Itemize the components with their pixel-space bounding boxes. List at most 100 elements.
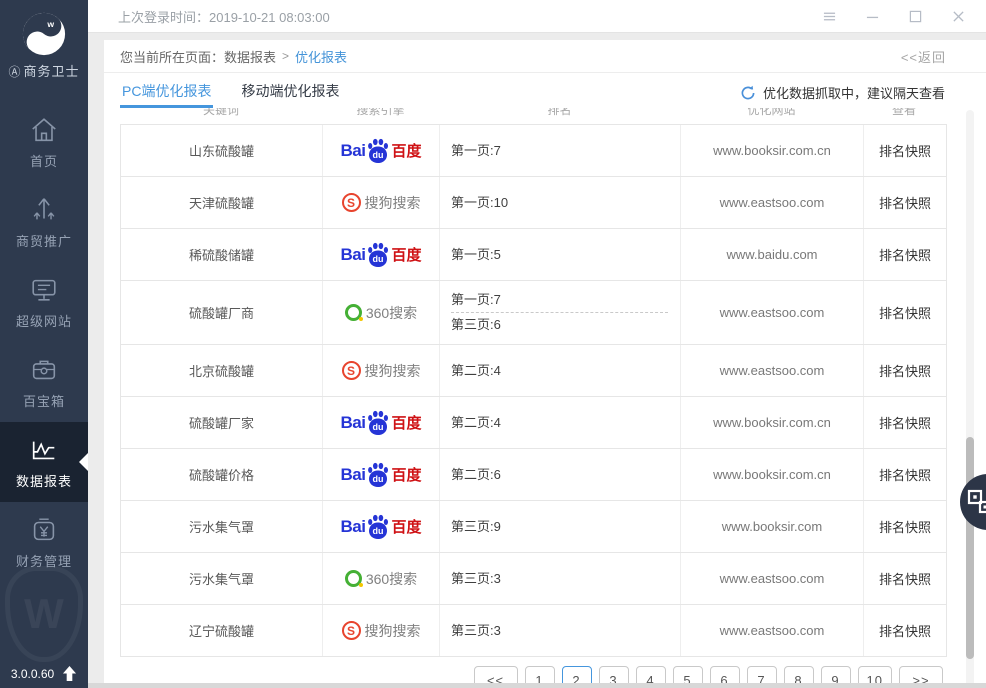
rank-value: 第一页:7 [451,290,501,310]
tab-pc-report[interactable]: PC端优化报表 [120,81,213,108]
website-cell: www.booksir.com.cn [681,397,864,448]
baidu-paw-icon: du [366,462,390,488]
rank-snapshot-link[interactable]: 排名快照 [879,413,931,432]
sogou-s-icon: S [342,361,361,380]
rank-value: 第一页:10 [451,193,508,213]
report-icon [29,435,59,465]
rank-value: 第二页:6 [451,465,501,485]
column-header: 排名 [439,108,680,124]
rank-snapshot-link[interactable]: 排名快照 [879,141,931,160]
tab-mobile-report[interactable]: 移动端优化报表 [239,81,341,108]
sogou-s-icon: S [342,621,361,640]
keyword-cell: 辽宁硫酸罐 [121,605,323,656]
column-header: 搜索引擎 [322,108,439,124]
back-link[interactable]: <<返回 [901,47,946,66]
sogou-label: 搜狗搜索 [365,621,421,641]
rank-snapshot-link[interactable]: 排名快照 [879,621,931,640]
finance-icon [29,515,59,545]
sidebar-item-label: 商贸推广 [0,231,88,250]
rank-cell: 第一页:7 [440,125,681,176]
rank-cell: 第一页:10 [440,177,681,228]
rank-snapshot-link[interactable]: 排名快照 [879,303,931,322]
rank-cell: 第一页:7第三页:6 [440,281,681,344]
action-cell: 排名快照 [864,281,946,344]
column-header: 查看 [863,108,945,124]
table-row: 污水集气罩Baidu百度第三页:9www.booksir.com排名快照 [121,501,946,553]
sogou-logo: S搜狗搜索 [342,193,421,213]
keyword-cell: 硫酸罐厂家 [121,397,323,448]
shield-watermark: W [5,566,83,662]
rank-value: 第三页:3 [451,569,501,589]
website-cell: www.eastsoo.com [681,553,864,604]
website-icon [29,275,59,305]
upgrade-arrow-icon[interactable] [62,665,77,682]
menu-icon[interactable] [821,8,837,24]
window-bottom-edge [88,683,986,688]
baidu-zh-text: 百度 [391,464,421,485]
website-cell: www.booksir.com.cn [681,449,864,500]
table-row: 硫酸罐厂商360搜索第一页:7第三页:6www.eastsoo.com排名快照 [121,281,946,345]
table-row: 稀硫酸储罐Baidu百度第一页:5www.baidu.com排名快照 [121,229,946,281]
crawl-notice: 优化数据抓取中，建议隔天查看 [740,83,945,102]
website-cell: www.eastsoo.com [681,281,864,344]
engine-cell: Baidu百度 [323,397,440,448]
action-cell: 排名快照 [864,229,946,280]
rank-snapshot-link[interactable]: 排名快照 [879,569,931,588]
sidebar-item-home[interactable]: 首页 [0,102,88,182]
table-row: 硫酸罐价格Baidu百度第二页:6www.booksir.com.cn排名快照 [121,449,946,501]
workspace: 您当前所在页面：数据报表 > 优化报表 <<返回 PC端优化报表 移动端优化报表… [88,33,986,688]
action-cell: 排名快照 [864,501,946,552]
sidebar-item-website[interactable]: 超级网站 [0,262,88,342]
baidu-paw-icon: du [366,410,390,436]
scrollbar-thumb[interactable] [966,437,974,659]
baidu-zh-text: 百度 [391,140,421,161]
sidebar: w Ⓐ商务卫士 首页商贸推广超级网站百宝箱数据报表财务管理 W 3.0.0.60 [0,0,88,688]
baidu-logo: Baidu百度 [341,514,422,540]
action-cell: 排名快照 [864,345,946,396]
website-cell: www.baidu.com [681,229,864,280]
rank-cell: 第三页:3 [440,553,681,604]
rank-cell: 第三页:3 [440,605,681,656]
website-cell: www.eastsoo.com [681,605,864,656]
table-row: 山东硫酸罐Baidu百度第一页:7www.booksir.com.cn排名快照 [121,125,946,177]
engine-cell: 360搜索 [323,281,440,344]
table-row: 天津硫酸罐S搜狗搜索第一页:10www.eastsoo.com排名快照 [121,177,946,229]
360-ring-icon [345,304,362,321]
engine-cell: S搜狗搜索 [323,177,440,228]
rank-snapshot-link[interactable]: 排名快照 [879,465,931,484]
sidebar-item-toolbox[interactable]: 百宝箱 [0,342,88,422]
rank-snapshot-link[interactable]: 排名快照 [879,193,931,212]
keyword-cell: 天津硫酸罐 [121,177,323,228]
sogou-logo: S搜狗搜索 [342,621,421,641]
rank-snapshot-link[interactable]: 排名快照 [879,245,931,264]
app-version: 3.0.0.60 [11,667,54,681]
engine-cell: Baidu百度 [323,501,440,552]
keyword-cell: 污水集气罩 [121,501,323,552]
close-button[interactable] [950,8,966,24]
refresh-icon[interactable] [740,85,756,101]
360-label: 360搜索 [366,303,417,323]
rank-snapshot-link[interactable]: 排名快照 [879,361,931,380]
breadcrumb-current: 优化报表 [295,47,347,66]
rank-snapshot-link[interactable]: 排名快照 [879,517,931,536]
sidebar-item-label: 数据报表 [0,471,88,490]
breadcrumb-separator: > [282,49,289,63]
360-logo: 360搜索 [345,303,417,323]
app-logo-icon: w [21,11,67,57]
sidebar-item-promote[interactable]: 商贸推广 [0,182,88,262]
home-icon [29,115,59,145]
rank-value: 第一页:5 [451,245,501,265]
active-item-arrow [79,453,88,471]
engine-cell: Baidu百度 [323,229,440,280]
action-cell: 排名快照 [864,125,946,176]
maximize-button[interactable] [907,8,923,24]
svg-text:du: du [373,474,384,484]
table-row: 污水集气罩360搜索第三页:3www.eastsoo.com排名快照 [121,553,946,605]
scrollbar-track[interactable] [966,110,974,688]
rank-cell: 第二页:6 [440,449,681,500]
website-cell: www.booksir.com.cn [681,125,864,176]
sidebar-item-report[interactable]: 数据报表 [0,422,88,502]
action-cell: 排名快照 [864,605,946,656]
minimize-button[interactable] [864,8,880,24]
baidu-zh-text: 百度 [391,516,421,537]
